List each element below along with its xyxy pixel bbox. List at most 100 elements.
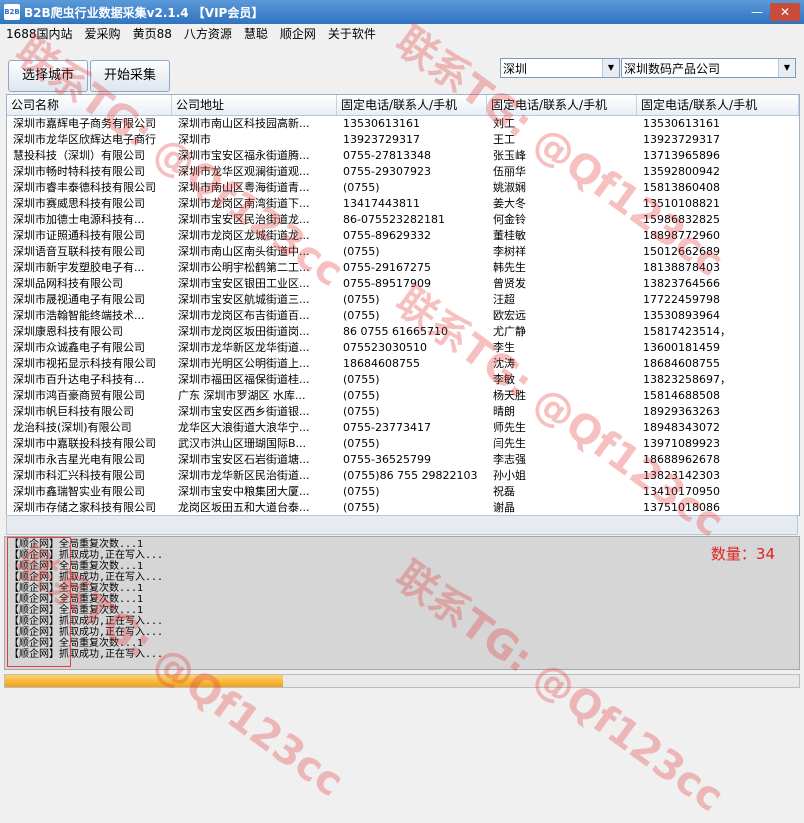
chevron-down-icon[interactable]: ▼: [602, 59, 619, 77]
table-row[interactable]: 深圳市百升达电子科技有... 深圳市福田区福保街道桂... (0755) 李敏 1382…: [7, 372, 799, 388]
cell-contact: 李树祥: [493, 245, 526, 258]
select-city-button[interactable]: 选择城市: [8, 60, 88, 92]
progress-fill: [5, 675, 283, 687]
menu-item-aicaigou[interactable]: 爱采购: [79, 24, 127, 44]
cell-company: 深圳市视拓显示科技有限公司: [13, 357, 156, 370]
cell-phone: (0755): [343, 245, 380, 258]
menu-item-huangye88[interactable]: 黄页88: [127, 24, 178, 44]
cell-contact: 王工: [493, 133, 515, 146]
menu-item-huicong[interactable]: 慧聪: [238, 24, 274, 44]
table-row[interactable]: 深圳市浩翰智能终端技术... 深圳市龙岗区布吉街道百... (0755) 欧宏远 135…: [7, 308, 799, 324]
chevron-down-icon[interactable]: ▼: [778, 59, 795, 77]
cell-phone: 0755-89629332: [343, 229, 431, 242]
cell-mobile: 15012662689: [643, 245, 720, 258]
cell-phone: (0755): [343, 181, 380, 194]
table-row[interactable]: 深圳市中嘉联投科技有限公司 武汉市洪山区珊瑚国际B... (0755) 闫先生 1397…: [7, 436, 799, 452]
table-row[interactable]: 深圳市加德士电源科技有... 深圳市宝安区民治街道龙... 86-075523282…: [7, 212, 799, 228]
table-row[interactable]: 深圳市龙华区欣辉达电子商行 深圳市 13923729317 王工 13923729317: [7, 132, 799, 148]
table-row[interactable]: 深圳市嘉辉电子商务有限公司 深圳市南山区科技园高新... 13530613161 刘工…: [7, 116, 799, 132]
cell-phone: (0755): [343, 501, 380, 514]
window-title: B2B爬虫行业数据采集v2.1.4 【VIP会员】: [24, 5, 264, 20]
cell-phone: (0755): [343, 437, 380, 450]
menu-item-1688[interactable]: 1688国内站: [0, 24, 79, 44]
table-row[interactable]: 慧投科技（深圳）有限公司 深圳市宝安区福永街道腾... 0755-27813348 张…: [7, 148, 799, 164]
table-row[interactable]: 深圳市科汇兴科技有限公司 深圳市龙华新区民治街道... (0755)86 755 2…: [7, 468, 799, 484]
close-icon[interactable]: ✕: [770, 3, 800, 21]
window-controls: — ✕: [746, 3, 800, 21]
table-row[interactable]: 深圳语音互联科技有限公司 深圳市南山区南头街道中... (0755) 李树祥 15012…: [7, 244, 799, 260]
cell-mobile: 13823764566: [643, 277, 720, 290]
cell-address: 深圳市宝安区民治街道龙...: [178, 213, 310, 226]
table-row[interactable]: 深圳市帆巨科技有限公司 深圳市宝安区西乡街道银... (0755) 晴朗 1892936…: [7, 404, 799, 420]
cell-company: 深圳市赛威思科技有限公司: [13, 197, 145, 210]
cell-company: 慧投科技（深圳）有限公司: [13, 149, 145, 162]
start-collect-button[interactable]: 开始采集: [90, 60, 170, 92]
toolbar: 选择城市 开始采集 深圳 ▼ 深圳数码产品公司 ▼: [0, 44, 804, 94]
cell-contact: 祝磊: [493, 485, 515, 498]
cell-company: 深圳市畅时特科技有限公司: [13, 165, 145, 178]
cell-contact: 李敏: [493, 373, 515, 386]
cell-company: 深圳市科汇兴科技有限公司: [13, 469, 145, 482]
cell-contact: 孙小姐: [493, 469, 526, 482]
cell-mobile: 15986832825: [643, 213, 720, 226]
title-bar: B2B B2B爬虫行业数据采集v2.1.4 【VIP会员】 — ✕: [0, 0, 804, 24]
progress-bar: [4, 674, 800, 688]
table-row[interactable]: 深圳市证照通科技有限公司 深圳市龙岗区龙城街道龙... 0755-89629332 董…: [7, 228, 799, 244]
cell-phone: 0755-27813348: [343, 149, 431, 162]
cell-contact: 晴朗: [493, 405, 515, 418]
table-row[interactable]: 龙治科技(深圳)有限公司 龙华区大浪街道大浪华宁... 0755-23773417 师…: [7, 420, 799, 436]
table-row[interactable]: 深圳市赛威思科技有限公司 深圳市龙岗区南湾街道下... 13417443811 姜大冬…: [7, 196, 799, 212]
column-header-company[interactable]: 公司名称: [7, 95, 172, 115]
cell-company: 深圳市中嘉联投科技有限公司: [13, 437, 156, 450]
results-table[interactable]: 公司名称 公司地址 固定电话/联系人/手机 固定电话/联系人/手机 固定电话/联…: [6, 94, 800, 516]
keyword-select[interactable]: 深圳数码产品公司 ▼: [621, 58, 796, 78]
table-row[interactable]: 深圳市永吉星光电有限公司 深圳市宝安区石岩街道塘... 0755-36525799 李…: [7, 452, 799, 468]
table-row[interactable]: 深圳市新宇发塑胶电子有... 深圳市公明宇松鹤第二工... 0755-2916727…: [7, 260, 799, 276]
cell-phone: 0755-29307923: [343, 165, 431, 178]
cell-phone: (0755): [343, 373, 380, 386]
table-row[interactable]: 深圳市鑫瑞智实业有限公司 深圳市宝安中粮集团大厦... (0755) 祝磊 134101…: [7, 484, 799, 500]
cell-address: 广东 深圳市罗湖区 水库...: [178, 389, 306, 402]
cell-address: 深圳市龙华区观澜街道观...: [178, 165, 310, 178]
table-row[interactable]: 深圳市存储之家科技有限公司 龙岗区坂田五和大道台泰... (0755) 谢晶 13751…: [7, 500, 799, 515]
city-select[interactable]: 深圳 ▼: [500, 58, 620, 78]
column-header-contact-1[interactable]: 固定电话/联系人/手机: [337, 95, 487, 115]
table-row[interactable]: 深圳市鸿百豪商贸有限公司 广东 深圳市罗湖区 水库... (0755) 杨天胜 1581…: [7, 388, 799, 404]
minimize-icon[interactable]: —: [746, 3, 768, 21]
cell-contact: 谢晶: [493, 501, 515, 514]
cell-company: 深圳市新宇发塑胶电子有...: [13, 261, 145, 274]
cell-address: 深圳市宝安区航城街道三...: [178, 293, 310, 306]
cell-address: 龙华区大浪街道大浪华宁...: [178, 421, 310, 434]
cell-phone: (0755): [343, 293, 380, 306]
table-row[interactable]: 深圳品网科技有限公司 深圳市宝安区银田工业区... 0755-89517909 曾贤发…: [7, 276, 799, 292]
cell-contact: 李志强: [493, 453, 526, 466]
cell-mobile: 13751018086: [643, 501, 720, 514]
menu-item-shunqi[interactable]: 顺企网: [274, 24, 322, 44]
table-row[interactable]: 深圳市众诚鑫电子有限公司 深圳市龙华新区龙华街道... 075523030510 李生…: [7, 340, 799, 356]
cell-company: 深圳语音互联科技有限公司: [13, 245, 145, 258]
cell-address: 深圳市龙岗区龙城街道龙...: [178, 229, 310, 242]
column-header-address[interactable]: 公司地址: [172, 95, 337, 115]
cell-address: 深圳市龙岗区坂田街道岗...: [178, 325, 310, 338]
cell-phone: 13417443811: [343, 197, 420, 210]
cell-contact: 韩先生: [493, 261, 526, 274]
cell-address: 深圳市福田区福保街道桂...: [178, 373, 310, 386]
cell-phone: (0755)86 755 29822103: [343, 469, 478, 482]
cell-phone: 075523030510: [343, 341, 427, 354]
table-row[interactable]: 深圳市睿丰泰德科技有限公司 深圳市南山区粤海街道青... (0755) 姚淑娴 1581…: [7, 180, 799, 196]
menu-item-about[interactable]: 关于软件: [322, 24, 382, 44]
table-row[interactable]: 深圳市畅时特科技有限公司 深圳市龙华区观澜街道观... 0755-29307923 伍…: [7, 164, 799, 180]
table-row[interactable]: 深圳康恩科技有限公司 深圳市龙岗区坂田街道岗... 86 0755 61665710…: [7, 324, 799, 340]
column-header-contact-2[interactable]: 固定电话/联系人/手机: [487, 95, 637, 115]
column-header-contact-3[interactable]: 固定电话/联系人/手机: [637, 95, 799, 115]
cell-mobile: 18898772960: [643, 229, 720, 242]
cell-company: 深圳市加德士电源科技有...: [13, 213, 145, 226]
table-row[interactable]: 深圳市视拓显示科技有限公司 深圳市光明区公明街道上... 18684608755 沈涛…: [7, 356, 799, 372]
menu-item-bafang[interactable]: 八方资源: [178, 24, 238, 44]
cell-mobile: 18684608755: [643, 357, 720, 370]
cell-address: 深圳市光明区公明街道上...: [178, 357, 310, 370]
table-row[interactable]: 深圳市晟视通电子有限公司 深圳市宝安区航城街道三... (0755) 汪超 177224…: [7, 292, 799, 308]
cell-company: 深圳市鑫瑞智实业有限公司: [13, 485, 145, 498]
cell-phone: (0755): [343, 389, 380, 402]
cell-mobile: 13410170950: [643, 485, 720, 498]
